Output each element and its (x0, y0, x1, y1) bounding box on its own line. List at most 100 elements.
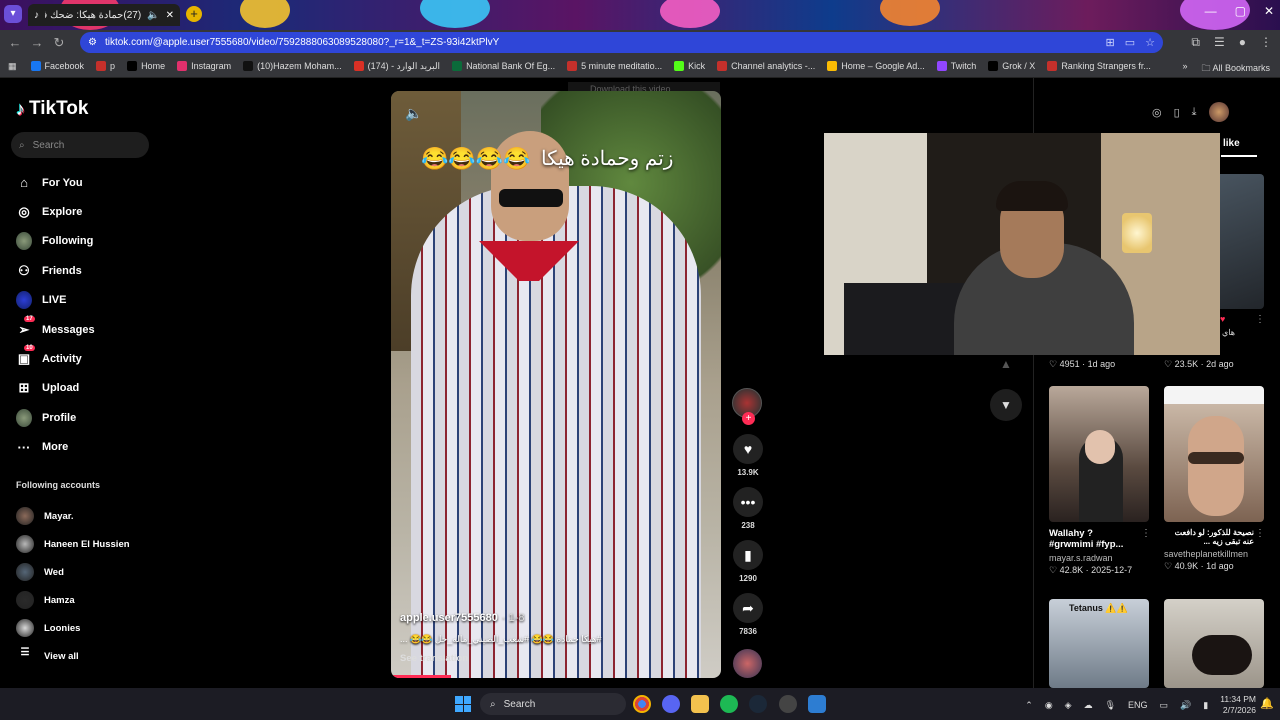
address-bar[interactable]: ⚙ tiktok.com/@apple.user7555680/video/75… (80, 32, 1163, 53)
bookmark-icon[interactable]: ▮ (733, 540, 763, 570)
nav-item-activity[interactable]: ▣ 10 Activity (16, 344, 95, 373)
nav-item-friends[interactable]: ⚇ Friends (16, 256, 95, 285)
sound-disc-icon[interactable] (733, 649, 762, 678)
volume-icon[interactable]: 🔈 (405, 105, 422, 122)
following-account[interactable]: Haneen El Hussien (16, 530, 130, 558)
nav-item-live[interactable]: LIVE (16, 286, 95, 315)
grid-user[interactable]: mayar.s.radwan (1049, 553, 1139, 563)
video-progress-bar[interactable] (391, 675, 451, 678)
nav-item-explore[interactable]: ◎ Explore (16, 197, 95, 226)
bookmark-item[interactable]: Grok / X (988, 61, 1035, 72)
chevron-right-icon[interactable]: » (1182, 61, 1187, 77)
nav-item-messages[interactable]: ➢ 17 Messages (16, 315, 95, 344)
maximize-icon[interactable]: ▢ (1235, 4, 1246, 18)
save-action[interactable]: ▮ 1290 (732, 540, 764, 583)
steam-icon[interactable] (749, 695, 767, 713)
following-account[interactable]: Hamza (16, 586, 130, 614)
following-account[interactable]: Loonies (16, 614, 130, 642)
bookmark-item[interactable]: (10)Hazem Moham... (243, 61, 342, 72)
video-thumbnail[interactable] (1049, 386, 1149, 522)
clock[interactable]: 11:34 PM 2/7/2026 (1220, 694, 1256, 716)
close-tab-icon[interactable]: ✕ (166, 10, 174, 21)
bookmark-item[interactable]: Kick (674, 61, 705, 72)
speaker-icon[interactable]: 🔈 (147, 10, 159, 21)
bookmark-item[interactable]: p (96, 61, 115, 72)
app-window-icon[interactable] (808, 695, 826, 713)
tray-app-icon[interactable]: ☁ (1084, 700, 1093, 711)
chevron-up-icon[interactable]: ⌃ (1025, 700, 1033, 711)
user-avatar[interactable] (1208, 102, 1229, 122)
nav-item-profile[interactable]: Profile (16, 403, 95, 432)
search-input[interactable]: ⌕ Search (11, 132, 149, 158)
tray-app-icon[interactable]: ◈ (1065, 700, 1072, 711)
video-thumbnail[interactable] (1164, 386, 1264, 522)
nav-item-for-you[interactable]: ⌂ For You (16, 168, 95, 197)
bookmark-item[interactable]: (174) - البريد الوارد (353, 61, 440, 72)
bookmark-item[interactable]: National Bank Of Eg... (452, 61, 555, 72)
see-translation-link[interactable]: See translation (400, 653, 468, 664)
profile-icon[interactable]: ● (1239, 35, 1246, 50)
more-dots-icon[interactable]: ⋮ (1141, 528, 1151, 539)
apps-grid-icon[interactable]: ▦ (8, 61, 17, 72)
reload-icon[interactable]: ↻ (48, 35, 70, 51)
volume-icon[interactable]: 🔊 (1180, 700, 1191, 711)
browser-tab-active[interactable]: ♪ (27)حمادة هيكا: ضحك في و... 🔈 ✕ (28, 4, 180, 26)
new-tab-button[interactable]: + (186, 6, 202, 22)
extensions-icon[interactable]: ⧉ (1191, 35, 1200, 50)
bookmark-star-icon[interactable]: ☆ (1145, 36, 1155, 49)
following-account[interactable]: Mayar. (16, 502, 130, 530)
video-thumbnail[interactable] (1164, 599, 1264, 688)
phone-icon[interactable]: ▯ (1174, 106, 1180, 119)
menu-dots-icon[interactable]: ⋮ (1260, 35, 1272, 50)
heart-icon[interactable]: ♥ (733, 434, 763, 464)
nav-item-more[interactable]: ··· More (16, 433, 95, 462)
discord-icon[interactable] (662, 695, 680, 713)
video-author[interactable]: apple.user7555680 · 1-8 (400, 612, 524, 624)
video-thumbnail[interactable]: Tetanus ⚠️⚠️ (1049, 599, 1149, 688)
tray-app-icon[interactable]: ◉ (1045, 700, 1053, 711)
more-dots-icon[interactable]: ⋮ (1255, 528, 1265, 539)
coin-icon[interactable]: ◎ (1152, 106, 1162, 119)
nav-item-upload[interactable]: ⊞ Upload (16, 374, 95, 403)
file-explorer-icon[interactable] (691, 695, 709, 713)
grid-user[interactable]: savetheplanetkillmen (1164, 549, 1254, 559)
bookmark-item[interactable]: Twitch (936, 61, 976, 72)
share-action[interactable]: ➦ 7836 (732, 593, 764, 636)
translate-icon[interactable]: ⊞ (1106, 36, 1115, 49)
mic-icon[interactable]: 🎙 (1105, 700, 1116, 711)
tab-like[interactable]: like (1223, 138, 1240, 149)
share-arrow-icon[interactable]: ➦ (733, 593, 763, 623)
spotify-icon[interactable] (720, 695, 738, 713)
site-info-icon[interactable]: ⚙ (88, 37, 97, 48)
download-icon[interactable]: ⤓ (1192, 106, 1197, 119)
notifications-icon[interactable]: 🔔 (1260, 697, 1274, 710)
nav-item-following[interactable]: Following (16, 227, 95, 256)
bookmark-item[interactable]: Ranking Strangers fr... (1047, 61, 1151, 72)
all-bookmarks[interactable]: 🗀 All Bookmarks (1201, 61, 1270, 77)
following-account[interactable]: Wed (16, 558, 130, 586)
creator-avatar[interactable]: + (732, 388, 762, 425)
more-dots-icon[interactable]: ⋮ (1255, 314, 1265, 325)
app-icon[interactable] (779, 695, 797, 713)
cast-icon[interactable]: ▭ (1125, 36, 1135, 49)
close-window-icon[interactable]: ✕ (1264, 4, 1274, 18)
battery-icon[interactable]: ▮ (1203, 700, 1208, 711)
windows-start-icon[interactable] (455, 696, 471, 712)
reading-list-icon[interactable]: ☰ (1214, 35, 1225, 50)
language-indicator[interactable]: ENG (1128, 700, 1148, 710)
minimize-icon[interactable]: — (1205, 4, 1217, 18)
view-all-link[interactable]: ☰ View all (16, 642, 130, 670)
forward-icon[interactable]: → (26, 35, 48, 50)
chrome-icon[interactable] (633, 695, 651, 713)
video-player[interactable]: 🔈 😂😂😂😂 زتم وحمادة هيكا apple.user7555680… (391, 91, 721, 678)
chevron-down-icon[interactable]: ▼ (990, 389, 1022, 421)
bookmark-item[interactable]: Facebook (30, 61, 84, 72)
bookmark-item[interactable]: 5 minute meditatio... (567, 61, 662, 72)
network-icon[interactable]: ▭ (1160, 700, 1169, 711)
taskbar-search[interactable]: ⌕ Search (480, 693, 626, 715)
comment-action[interactable]: ••• 238 (732, 487, 764, 530)
bookmark-item[interactable]: Channel analytics -... (717, 61, 815, 72)
like-action[interactable]: ♥ 13.9K (732, 434, 764, 477)
back-icon[interactable]: ← (4, 35, 26, 50)
tiktok-logo[interactable]: ♪ TikTok (16, 98, 88, 120)
